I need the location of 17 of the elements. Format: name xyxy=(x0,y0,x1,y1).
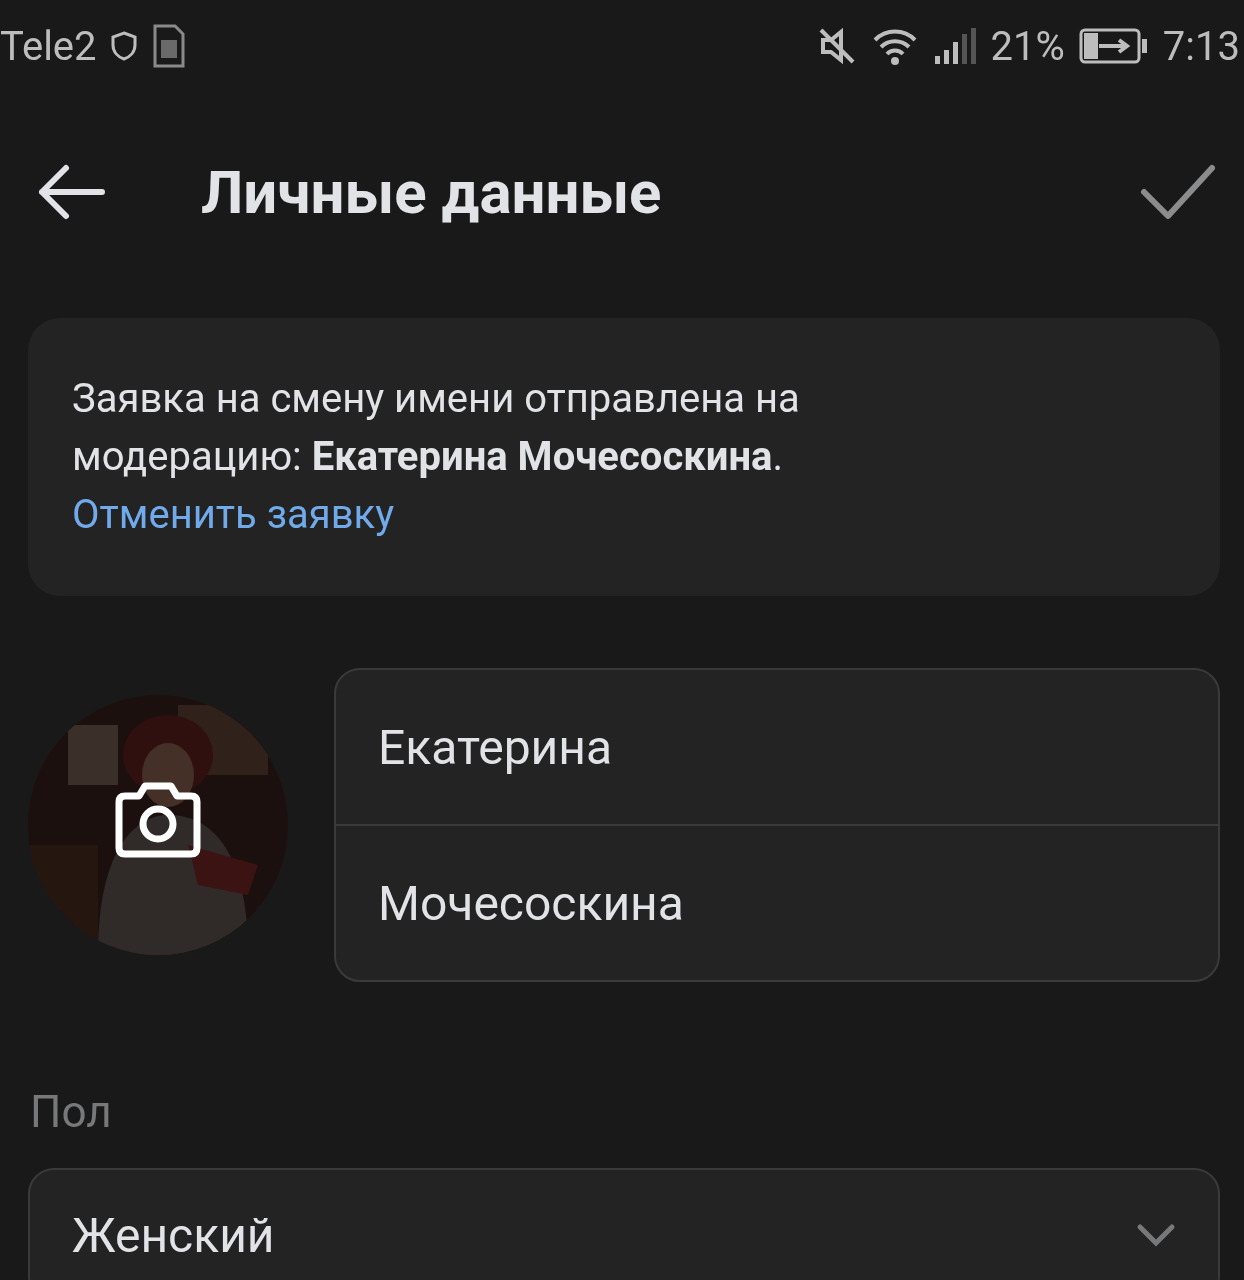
notice-text: Заявка на смену имени отправлена на модерацию: Екатерина Мочесоскина. xyxy=(72,374,801,482)
cancel-request-link[interactable]: Отменить заявку xyxy=(72,491,395,538)
back-arrow-icon[interactable] xyxy=(36,162,106,222)
shield-icon xyxy=(110,31,137,61)
field-label: Пол xyxy=(30,1086,113,1138)
battery-percent: 21% xyxy=(990,22,1065,70)
checkmark-icon[interactable] xyxy=(1140,164,1216,220)
clock: 7:13 xyxy=(1162,22,1240,70)
battery-charging-icon xyxy=(1078,28,1149,64)
page-title: Личные данные xyxy=(201,156,663,228)
name-field[interactable]: Екатерина xyxy=(336,670,1218,824)
name-field[interactable]: Мочесоскина xyxy=(336,824,1218,980)
signal-icon xyxy=(932,26,977,66)
carrier-name: Tele2 xyxy=(0,22,97,70)
camera-icon[interactable] xyxy=(113,780,203,860)
gender-dropdown[interactable]: Женский xyxy=(28,1168,1220,1280)
chevron-down-icon xyxy=(1136,1223,1176,1247)
